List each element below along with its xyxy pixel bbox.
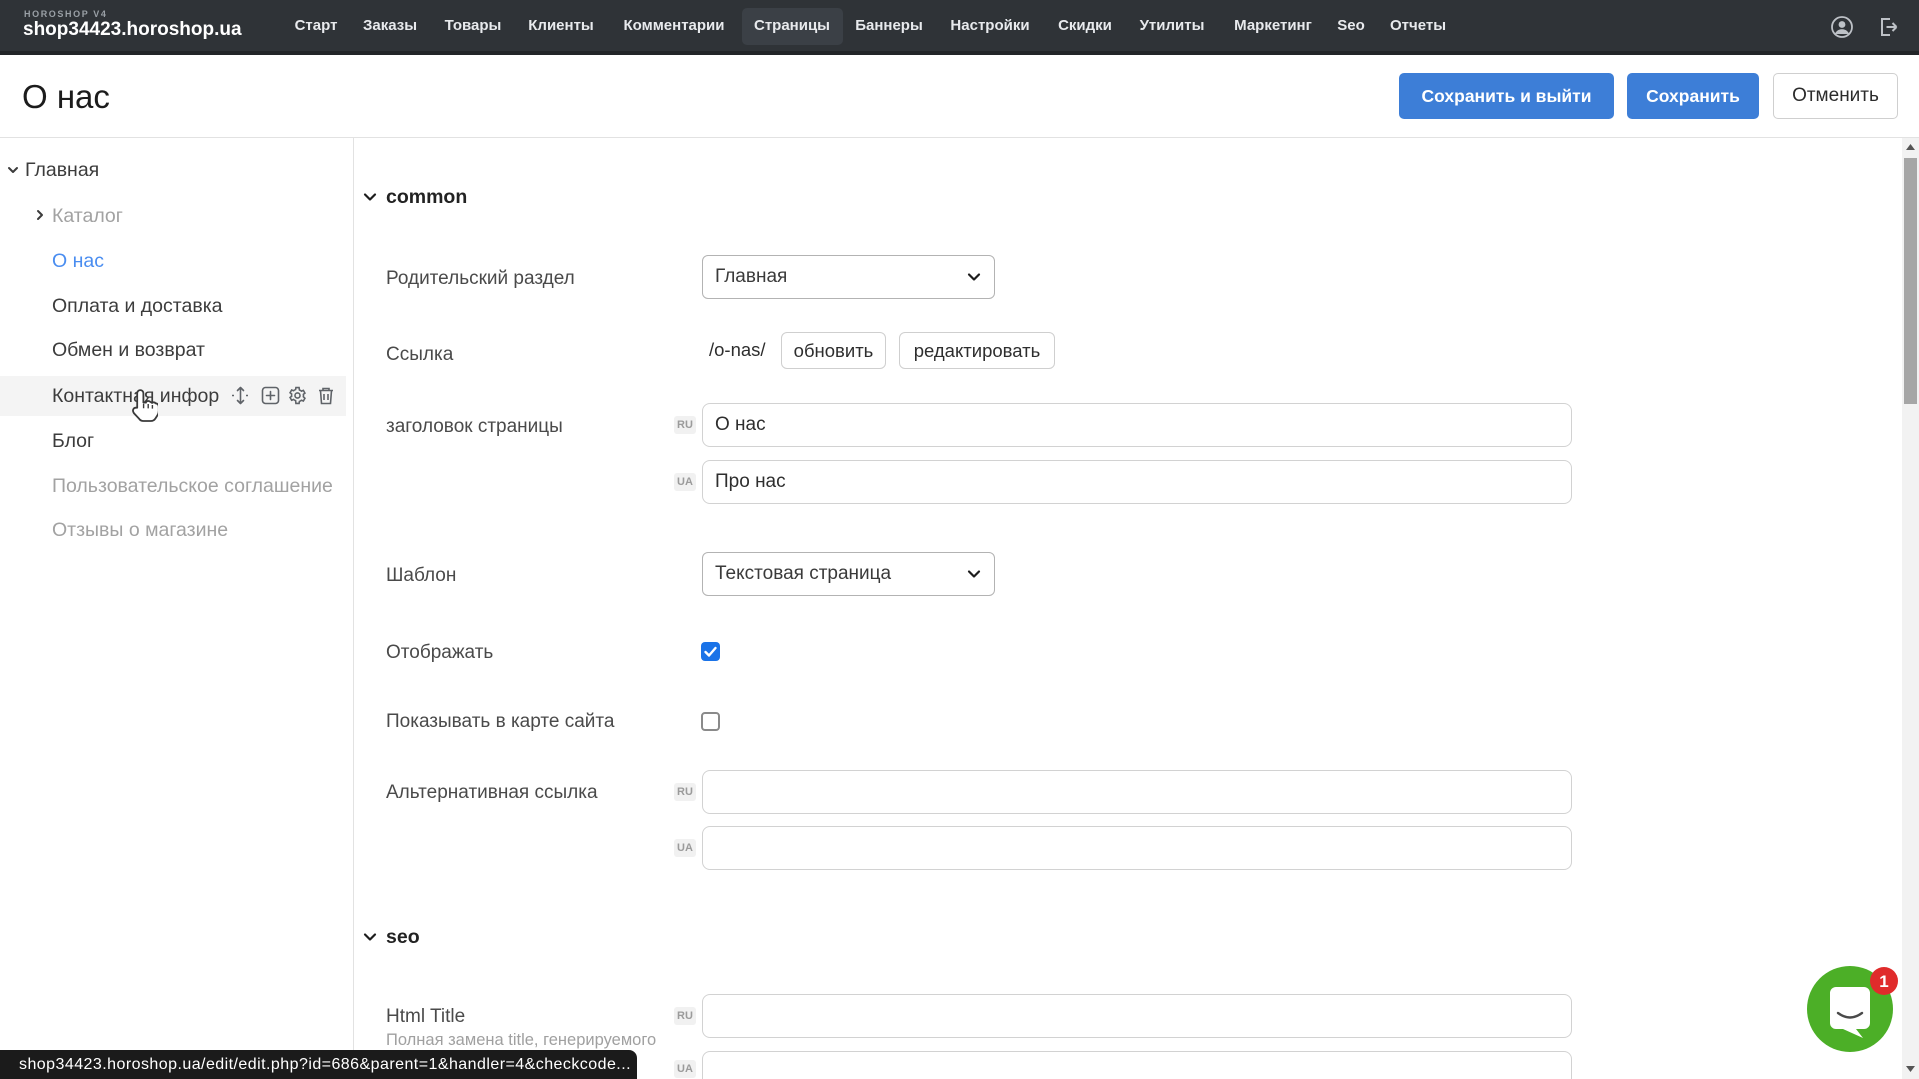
svg-text:1: 1 bbox=[1879, 972, 1888, 991]
